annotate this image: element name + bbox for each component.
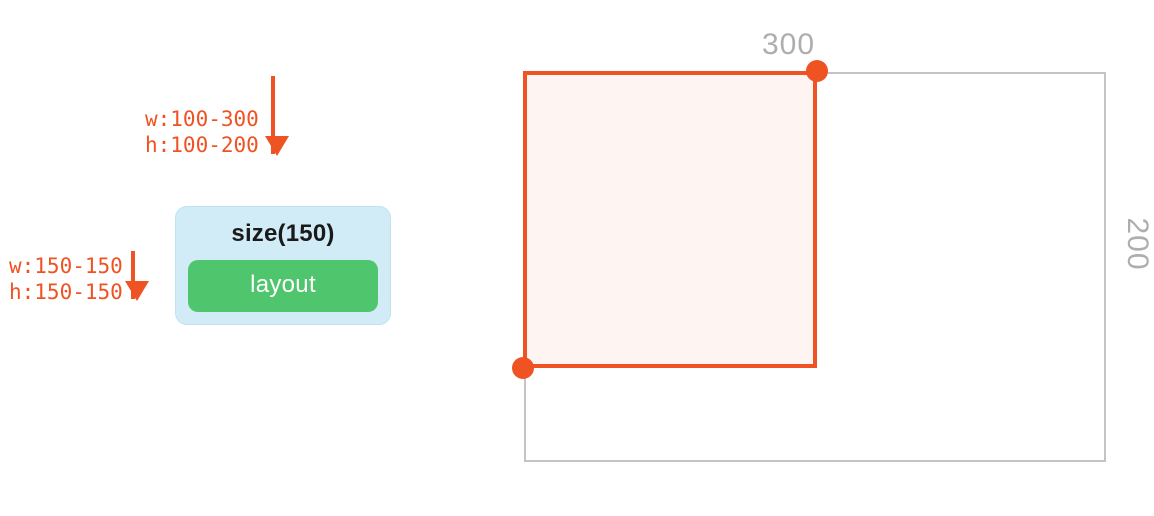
size-node: size(150) layout bbox=[175, 206, 391, 325]
constraints-out-width: w:150-150 bbox=[9, 254, 123, 278]
constraints-in-label: w:100-300 h:100-200 bbox=[145, 106, 259, 159]
constraints-out-height: h:150-150 bbox=[9, 280, 123, 304]
constraints-in-width: w:100-300 bbox=[145, 107, 259, 131]
constraints-in-height: h:100-200 bbox=[145, 133, 259, 157]
arrow-down-icon bbox=[271, 76, 275, 154]
constraints-in-arrow: w:100-300 h:100-200 bbox=[145, 102, 275, 159]
size-diagram: 300 200 bbox=[502, 22, 1142, 502]
handle-dot-top-right bbox=[806, 60, 828, 82]
constraints-out-label: w:150-150 h:150-150 bbox=[9, 253, 123, 306]
outer-height-label: 200 bbox=[1120, 217, 1154, 270]
inner-size-box bbox=[523, 71, 817, 368]
outer-width-label: 300 bbox=[762, 28, 815, 62]
arrow-down-icon bbox=[131, 251, 135, 299]
constraints-out-arrow: w:150-150 h:150-150 bbox=[9, 257, 135, 306]
handle-dot-bottom-left bbox=[512, 357, 534, 379]
size-node-title: size(150) bbox=[188, 220, 378, 248]
layout-child: layout bbox=[188, 260, 378, 312]
